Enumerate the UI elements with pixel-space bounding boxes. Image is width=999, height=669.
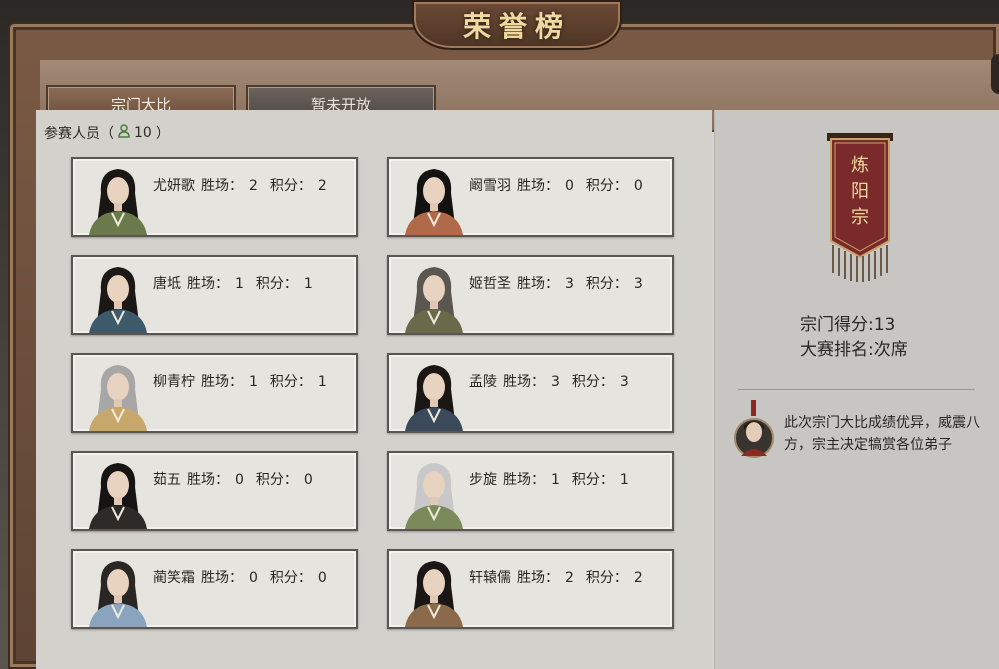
member-portrait: [395, 359, 473, 431]
member-name: 轩辕儒: [469, 570, 511, 586]
member-name: 姬哲圣: [469, 276, 511, 292]
member-wins: 胜场： 1: [503, 472, 560, 488]
member-stats: 柳青柠 胜场： 1 积分： 1: [153, 371, 339, 391]
member-card[interactable]: 轩辕儒 胜场： 2 积分： 2: [387, 549, 674, 629]
member-portrait: [395, 457, 473, 529]
sect-banner: 炼 阳 宗: [825, 133, 895, 283]
sect-master-avatar: [733, 400, 775, 462]
member-points: 积分： 2: [269, 178, 327, 194]
divider: [738, 389, 975, 390]
member-points: 积分： 3: [571, 374, 629, 390]
member-name: 茹五: [153, 472, 181, 488]
member-card[interactable]: 孟陵 胜场： 3 积分： 3: [387, 353, 674, 433]
member-portrait: [395, 163, 473, 235]
member-stats: 唐坻 胜场： 1 积分： 1: [153, 273, 325, 293]
member-card[interactable]: 姬哲圣 胜场： 3 积分： 3: [387, 255, 674, 335]
member-name: 蔺笑霜: [153, 570, 195, 586]
member-name: 唐坻: [153, 276, 181, 292]
member-points: 积分： 0: [585, 178, 643, 194]
member-stats: 步旋 胜场： 1 积分： 1: [469, 469, 641, 489]
participants-label: 参赛人员（: [44, 126, 114, 142]
member-card[interactable]: 蔺笑霜 胜场： 0 积分： 0: [71, 549, 358, 629]
member-wins: 胜场： 1: [187, 276, 244, 292]
sect-score-block: 宗门得分:13 大赛排名:次席: [800, 313, 908, 363]
member-portrait: [395, 555, 473, 627]
member-wins: 胜场： 2: [517, 570, 574, 586]
member-name: 孟陵: [469, 374, 497, 390]
participants-header: 参赛人员（ 10 ）: [44, 123, 170, 143]
member-points: 积分： 1: [571, 472, 629, 488]
member-portrait: [79, 555, 157, 627]
member-stats: 茹五 胜场： 0 积分： 0: [153, 469, 325, 489]
member-name: 步旋: [469, 472, 497, 488]
participants-close: ）: [155, 126, 170, 142]
member-wins: 胜场： 3: [517, 276, 574, 292]
member-portrait: [395, 261, 473, 333]
member-name: 阚雪羽: [469, 178, 511, 194]
member-wins: 胜场： 2: [201, 178, 258, 194]
member-card[interactable]: 唐坻 胜场： 1 积分： 1: [71, 255, 358, 335]
member-stats: 尤妍歌 胜场： 2 积分： 2: [153, 175, 339, 195]
member-stats: 姬哲圣 胜场： 3 积分： 3: [469, 273, 655, 293]
member-card[interactable]: 阚雪羽 胜场： 0 积分： 0: [387, 157, 674, 237]
member-stats: 蔺笑霜 胜场： 0 积分： 0: [153, 567, 339, 587]
member-name: 柳青柠: [153, 374, 195, 390]
member-card[interactable]: 尤妍歌 胜场： 2 积分： 2: [71, 157, 358, 237]
member-name: 尤妍歌: [153, 178, 195, 194]
member-points: 积分： 3: [585, 276, 643, 292]
member-points: 积分： 2: [585, 570, 643, 586]
sect-score: 宗门得分:13: [800, 315, 896, 335]
member-portrait: [79, 163, 157, 235]
member-wins: 胜场： 0: [187, 472, 244, 488]
member-points: 积分： 1: [255, 276, 313, 292]
participants-count: 10: [134, 125, 152, 141]
member-wins: 胜场： 3: [503, 374, 560, 390]
member-wins: 胜场： 1: [201, 374, 258, 390]
member-card[interactable]: 步旋 胜场： 1 积分： 1: [387, 451, 674, 531]
member-portrait: [79, 261, 157, 333]
page-title: 荣誉榜: [462, 10, 571, 43]
person-icon: [118, 124, 130, 142]
member-wins: 胜场： 0: [201, 570, 258, 586]
member-portrait: [79, 359, 157, 431]
member-points: 积分： 0: [269, 570, 327, 586]
member-card[interactable]: 茹五 胜场： 0 积分： 0: [71, 451, 358, 531]
sect-master-message: 此次宗门大比成绩优异，威震八方，宗主决定犒赏各位弟子: [784, 415, 980, 453]
sect-name: 炼 阳 宗: [851, 155, 869, 228]
sect-rank: 大赛排名:次席: [800, 340, 908, 360]
member-stats: 孟陵 胜场： 3 积分： 3: [469, 371, 641, 391]
member-wins: 胜场： 0: [517, 178, 574, 194]
member-stats: 轩辕儒 胜场： 2 积分： 2: [469, 567, 655, 587]
close-handle[interactable]: [991, 54, 999, 94]
member-card[interactable]: 柳青柠 胜场： 1 积分： 1: [71, 353, 358, 433]
title-plaque: 荣誉榜: [412, 0, 622, 50]
member-points: 积分： 1: [269, 374, 327, 390]
member-points: 积分： 0: [255, 472, 313, 488]
member-stats: 阚雪羽 胜场： 0 积分： 0: [469, 175, 655, 195]
member-portrait: [79, 457, 157, 529]
